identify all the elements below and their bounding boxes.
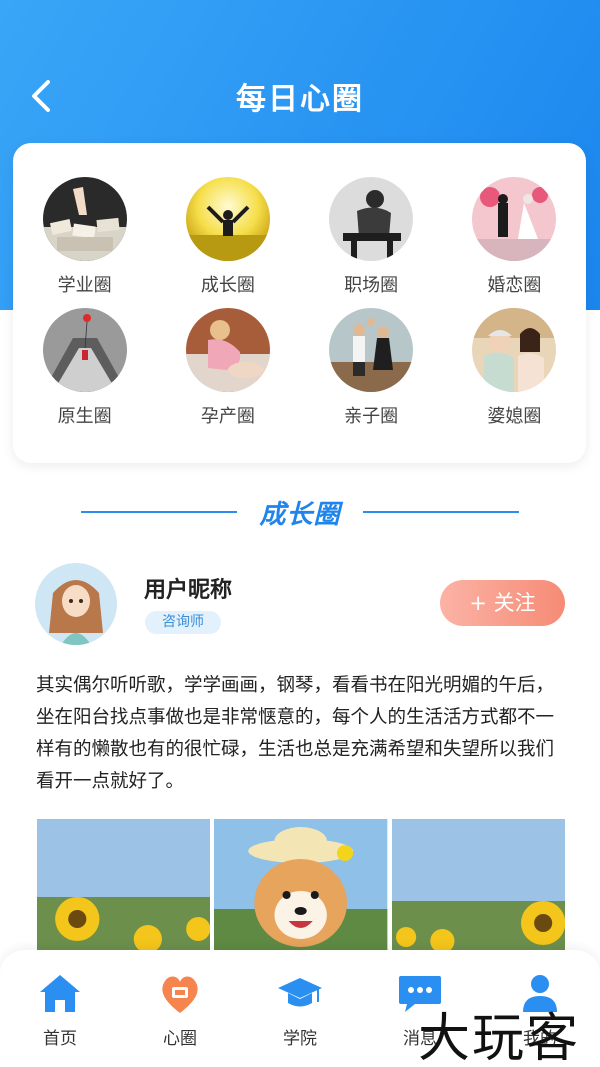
post-content: 其实偶尔听听歌，学学画画，钢琴，看看书在阳光明媚的午后，坐在阳台找点事做也是非常… <box>36 675 555 792</box>
tab-label: 首页 <box>43 1029 77 1049</box>
section-header: 成长圈 <box>0 492 600 532</box>
user-icon <box>523 975 557 1012</box>
sunflower-photo[interactable] <box>37 819 211 954</box>
circle-label: 职场圈 <box>344 275 399 296</box>
books-image <box>42 177 127 261</box>
wedding-figurines-image <box>472 177 557 261</box>
sunflower-photo[interactable] <box>391 819 565 954</box>
tab-label: 心圈 <box>163 1029 197 1049</box>
circle-label: 孕产圈 <box>200 406 255 427</box>
tab-messages[interactable]: 消息 <box>360 950 480 1067</box>
circle-item-parenting[interactable]: 亲子圈 <box>300 308 443 439</box>
post-photos <box>37 819 565 954</box>
divider-line <box>362 511 519 513</box>
tab-label: 消息 <box>403 1029 437 1049</box>
tab-label: 学院 <box>283 1029 317 1049</box>
tab-home[interactable]: 首页 <box>0 950 120 1067</box>
shiba-dog-photo[interactable] <box>214 819 388 954</box>
avatar[interactable] <box>35 563 117 645</box>
divider-line <box>81 511 238 513</box>
heart-chat-icon <box>162 976 198 1013</box>
family-image <box>329 308 414 392</box>
circle-label: 学业圈 <box>57 275 112 296</box>
circle-category-card: 学业圈 成长圈 职场圈 婚恋圈 原生圈 孕产圈 亲子圈 婆媳圈 <box>13 143 586 463</box>
message-bubble-icon <box>399 976 441 1012</box>
circle-item-academic[interactable]: 学业圈 <box>13 177 156 308</box>
tab-academy[interactable]: 学院 <box>240 950 360 1067</box>
circle-item-marriage[interactable]: 婚恋圈 <box>443 177 586 308</box>
bottom-tab-bar: 首页 心圈 学院 消息 我的 <box>0 950 600 1067</box>
sunrise-person-image <box>185 177 270 261</box>
page: 每日心圈 学业圈 成长圈 职场圈 婚恋圈 原生圈 孕产圈 亲子圈 婆媳圈 成长圈… <box>0 0 600 1067</box>
mother-daughter-in-law-image <box>472 308 557 392</box>
circle-label: 婚恋圈 <box>487 275 542 296</box>
pregnant-woman-image <box>185 308 270 392</box>
circle-label: 成长圈 <box>200 275 255 296</box>
follow-button[interactable]: + 关注 <box>440 580 565 626</box>
role-badge: 咨询师 <box>145 611 221 634</box>
tab-profile[interactable]: 我的 <box>480 950 600 1067</box>
tab-circle[interactable]: 心圈 <box>120 950 240 1067</box>
circle-item-pregnancy[interactable]: 孕产圈 <box>156 308 299 439</box>
circle-label: 原生圈 <box>57 406 112 427</box>
girl-balloon-image <box>42 308 127 392</box>
circle-item-growth[interactable]: 成长圈 <box>156 177 299 308</box>
graduation-cap-icon <box>278 978 322 1007</box>
circle-label: 亲子圈 <box>344 406 399 427</box>
page-title: 每日心圈 <box>236 82 364 117</box>
stressed-worker-image <box>329 177 414 261</box>
circle-item-in-law[interactable]: 婆媳圈 <box>443 308 586 439</box>
circle-item-origin[interactable]: 原生圈 <box>13 308 156 439</box>
circle-label: 婆媳圈 <box>487 406 542 427</box>
circle-item-workplace[interactable]: 职场圈 <box>300 177 443 308</box>
home-icon <box>40 975 80 1012</box>
section-title: 成长圈 <box>259 499 341 530</box>
tab-label: 我的 <box>523 1029 557 1049</box>
user-nickname: 用户昵称 <box>144 578 233 603</box>
